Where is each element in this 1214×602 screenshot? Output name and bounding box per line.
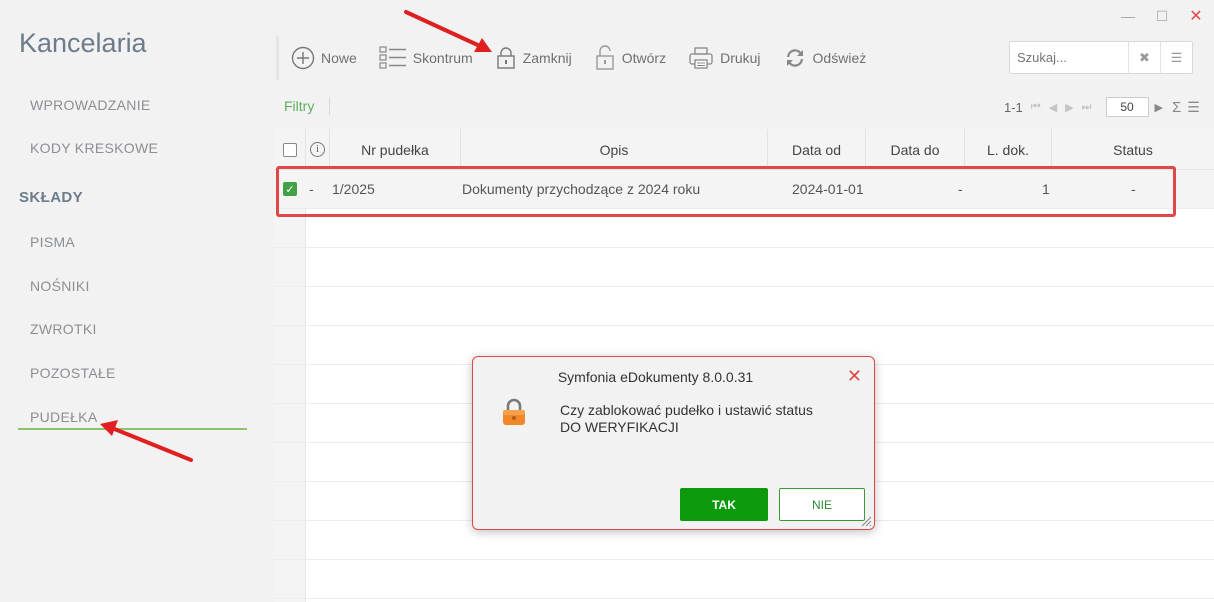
column-header-data-do[interactable]: Data do <box>866 129 965 170</box>
next-page-icon[interactable]: ▶ <box>1065 101 1073 114</box>
dialog-title: Symfonia eDokumenty 8.0.0.31 <box>557 369 754 385</box>
column-header-opis[interactable]: Opis <box>461 129 768 170</box>
close-window-icon[interactable]: ✕ <box>1188 6 1204 26</box>
sidebar-item-kody-kreskowe[interactable]: KODY KRESKOWE <box>30 140 158 156</box>
sidebar-item-wprowadzanie[interactable]: WPROWADZANIE <box>30 97 151 113</box>
cell-data-do: - <box>958 181 963 197</box>
dialog-close-icon[interactable]: ✕ <box>847 366 862 387</box>
sidebar: Kancelaria WPROWADZANIE KODY KRESKOWE SK… <box>0 0 274 602</box>
refresh-button[interactable]: Odśwież <box>783 46 867 70</box>
print-button-label: Drukuj <box>720 50 761 66</box>
cell-nr: 1/2025 <box>332 181 375 197</box>
info-column-header: i <box>306 129 330 170</box>
clear-search-icon[interactable]: ✖ <box>1128 42 1160 73</box>
search-box: ✖ ☰ <box>1009 41 1193 74</box>
row-divider <box>274 208 1214 209</box>
close-box-button-label: Zamknij <box>522 50 572 66</box>
dialog-message-line1: Czy zablokować pudełko i ustawić status <box>560 402 813 418</box>
row-divider <box>274 325 1214 326</box>
table-header: i Nr pudełka Opis Data od Data do L. dok… <box>274 129 1214 170</box>
cell-l-dok: 1 <box>1042 181 1050 197</box>
row-checkbox-cell: ✓ <box>283 170 297 208</box>
sidebar-item-pudelka[interactable]: PUDEŁKA <box>30 409 97 425</box>
column-header-data-od[interactable]: Data od <box>768 129 866 170</box>
sidebar-item-pisma[interactable]: PISMA <box>30 234 75 250</box>
no-button[interactable]: NIE <box>779 488 865 521</box>
minimize-icon[interactable]: — <box>1120 8 1136 24</box>
window-controls: — ☐ ✕ <box>1120 6 1204 26</box>
open-box-button[interactable]: Otwórz <box>594 45 666 71</box>
pager: 1-1 ⏮ ◀ ▶ ⏭ ▶ Σ ☰ <box>1004 97 1200 117</box>
active-item-underline <box>18 428 247 430</box>
new-button-label: Nowe <box>321 50 357 66</box>
dialog-message: Czy zablokować pudełko i ustawić status … <box>560 402 850 436</box>
yes-button[interactable]: TAK <box>680 488 768 521</box>
column-header-status[interactable]: Status <box>1052 129 1214 170</box>
info-icon: i <box>310 142 325 157</box>
skontrum-button-label: Skontrum <box>412 50 473 66</box>
select-all-cell <box>274 129 306 170</box>
table-row[interactable]: ✓ - 1/2025 Dokumenty przychodzące z 2024… <box>274 170 1214 208</box>
resize-grip-icon[interactable] <box>860 515 872 527</box>
sum-icon[interactable]: Σ <box>1172 99 1181 116</box>
sidebar-item-nosniki[interactable]: NOŚNIKI <box>30 278 90 294</box>
print-button[interactable]: Drukuj <box>688 46 761 70</box>
row-divider <box>274 559 1214 560</box>
sidebar-item-pozostale[interactable]: POZOSTAŁE <box>30 365 116 381</box>
prev-page-icon[interactable]: ◀ <box>1049 101 1057 114</box>
app-title: Kancelaria <box>19 28 147 58</box>
row-divider <box>274 286 1214 287</box>
column-header-l-dok[interactable]: L. dok. <box>965 129 1052 170</box>
filters-divider <box>329 97 330 115</box>
close-box-button[interactable]: Zamknij <box>495 46 572 70</box>
pager-range: 1-1 <box>1004 99 1023 115</box>
sidebar-section-sklady: SKŁADY <box>19 189 84 206</box>
first-page-icon[interactable]: ⏮ <box>1031 101 1041 114</box>
page-size-input[interactable] <box>1105 97 1149 117</box>
checklist-icon <box>379 46 406 69</box>
toolbar: Nowe Skontrum Zamknij Otwórz Drukuj Odśw… <box>276 36 888 80</box>
padlock-icon <box>503 398 525 425</box>
maximize-icon[interactable]: ☐ <box>1154 8 1170 25</box>
columns-menu-icon[interactable]: ☰ <box>1187 99 1200 116</box>
printer-icon <box>689 47 713 69</box>
filters-link[interactable]: Filtry <box>284 98 314 114</box>
search-menu-icon[interactable]: ☰ <box>1160 42 1192 73</box>
row-divider <box>274 247 1214 248</box>
row-checkbox[interactable]: ✓ <box>283 182 297 196</box>
dialog-message-line2: DO WERYFIKACJI <box>560 419 679 435</box>
sidebar-item-zwrotki[interactable]: ZWROTKI <box>30 321 97 337</box>
new-button[interactable]: Nowe <box>291 46 357 70</box>
page-size-arrow-icon[interactable]: ▶ <box>1155 101 1163 114</box>
refresh-button-label: Odśwież <box>812 50 867 66</box>
cell-status: - <box>1131 181 1136 197</box>
unlock-icon <box>596 45 614 70</box>
row-marker: - <box>309 181 314 197</box>
cell-data-od: 2024-01-01 <box>792 181 864 197</box>
search-input[interactable] <box>1010 42 1128 73</box>
skontrum-button[interactable]: Skontrum <box>379 45 473 71</box>
column-header-nr[interactable]: Nr pudełka <box>330 129 461 170</box>
open-box-button-label: Otwórz <box>621 50 667 66</box>
plus-circle-icon <box>291 46 315 70</box>
select-all-checkbox[interactable] <box>282 142 297 157</box>
cell-opis: Dokumenty przychodzące z 2024 roku <box>462 181 701 197</box>
lock-icon <box>497 47 515 69</box>
last-page-icon[interactable]: ⏭ <box>1082 101 1092 114</box>
refresh-icon <box>786 49 803 67</box>
confirm-dialog: Symfonia eDokumenty 8.0.0.31 ✕ Czy zablo… <box>472 356 875 530</box>
row-gutter <box>274 170 306 602</box>
row-divider <box>274 598 1214 599</box>
